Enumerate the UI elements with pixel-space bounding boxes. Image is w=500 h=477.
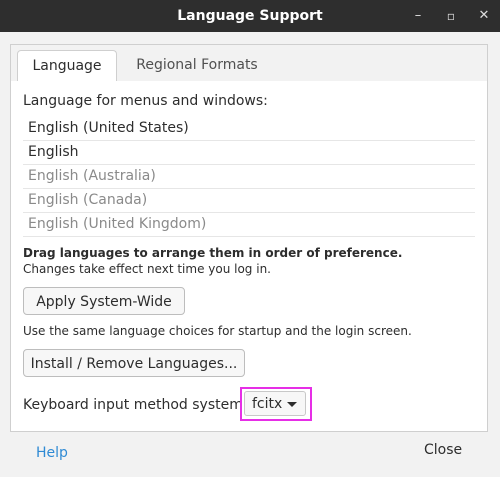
- apply-system-wide-button[interactable]: Apply System-Wide: [23, 287, 185, 315]
- drag-hint: Drag languages to arrange them in order …: [23, 246, 403, 260]
- maximize-icon[interactable]: ▫: [441, 0, 461, 32]
- apply-hint: Use the same language choices for startu…: [23, 324, 412, 338]
- tab-bar: Language Regional Formats: [11, 45, 487, 82]
- language-tab-content: Language for menus and windows: English …: [11, 81, 487, 431]
- keyboard-input-label: Keyboard input method system:: [23, 397, 248, 413]
- language-list-label: Language for menus and windows:: [23, 93, 268, 109]
- keyboard-input-method-dropdown[interactable]: fcitx: [244, 391, 306, 416]
- tab-regional-formats[interactable]: Regional Formats: [129, 50, 265, 81]
- language-item[interactable]: English: [23, 141, 475, 165]
- keyboard-input-method-value: fcitx: [252, 396, 283, 412]
- minimize-icon[interactable]: –: [408, 0, 428, 32]
- changes-hint: Changes take effect next time you log in…: [23, 262, 271, 276]
- dialog-action-bar: Help Close: [0, 432, 500, 477]
- tab-language[interactable]: Language: [17, 50, 117, 82]
- close-window-icon[interactable]: ✕: [474, 0, 494, 32]
- help-button[interactable]: Help: [36, 445, 68, 461]
- close-button[interactable]: Close: [424, 442, 462, 458]
- notebook: Language Regional Formats Language for m…: [10, 44, 488, 432]
- language-list[interactable]: English (United States) English English …: [23, 117, 475, 237]
- language-item[interactable]: English (United Kingdom): [23, 213, 475, 237]
- language-item[interactable]: English (Canada): [23, 189, 475, 213]
- dropdown-arrow-icon: [287, 402, 297, 407]
- language-item[interactable]: English (Australia): [23, 165, 475, 189]
- title-bar: Language Support – ▫ ✕: [0, 0, 500, 32]
- language-item[interactable]: English (United States): [23, 117, 475, 141]
- install-remove-languages-button[interactable]: Install / Remove Languages...: [23, 349, 245, 377]
